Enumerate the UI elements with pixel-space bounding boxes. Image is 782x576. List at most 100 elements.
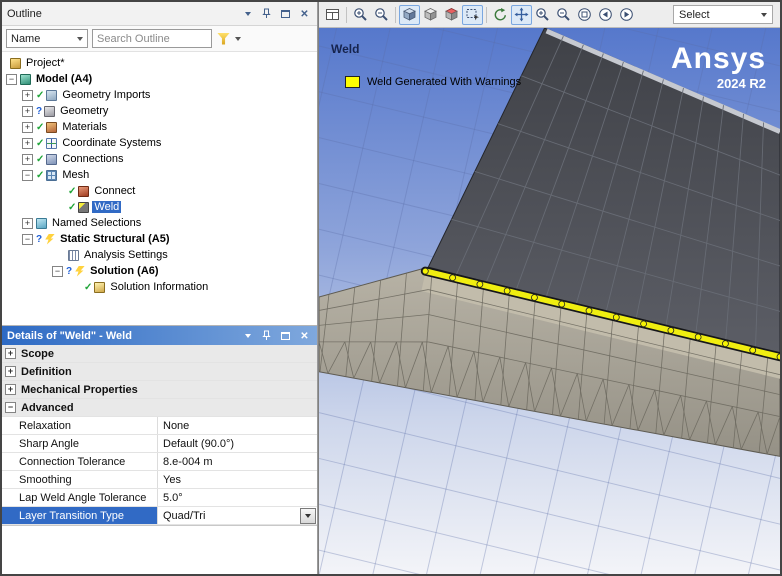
look-at-face-icon[interactable] <box>441 5 462 25</box>
details-row-sharp-angle[interactable]: Sharp Angle Default (90.0°) <box>2 435 317 453</box>
legend-label: Weld Generated With Warnings <box>367 76 521 88</box>
expand-icon[interactable] <box>22 106 33 117</box>
property-label: Connection Tolerance <box>2 453 158 470</box>
details-title: Details of "Weld" - Weld <box>7 330 240 342</box>
zoom-out-icon[interactable] <box>371 5 392 25</box>
category-label: Mechanical Properties <box>21 384 138 396</box>
details-row-lap-weld-angle-tolerance[interactable]: Lap Weld Angle Tolerance 5.0° <box>2 489 317 507</box>
details-panel-header: Details of "Weld" - Weld <box>2 326 317 345</box>
tree-item-solution-information[interactable]: Solution Information <box>2 279 317 295</box>
collapse-icon[interactable] <box>22 234 33 245</box>
close-icon[interactable] <box>297 7 312 21</box>
details-row-smoothing[interactable]: Smoothing Yes <box>2 471 317 489</box>
pan-icon[interactable] <box>511 5 532 25</box>
details-row-connection-tolerance[interactable]: Connection Tolerance 8.e-004 m <box>2 453 317 471</box>
tree-item-materials[interactable]: Materials <box>2 119 317 135</box>
check-icon <box>84 282 92 293</box>
property-value[interactable]: Quad/Tri <box>163 510 205 522</box>
pin-icon[interactable] <box>259 7 274 21</box>
close-icon[interactable] <box>297 329 312 343</box>
expand-icon[interactable] <box>5 366 16 377</box>
question-icon <box>66 266 72 277</box>
zoom-to-fit-icon[interactable] <box>574 5 595 25</box>
panes-icon[interactable] <box>322 5 343 25</box>
solution-icon <box>74 266 85 277</box>
tree-item-solution[interactable]: Solution (A6) <box>2 263 317 279</box>
connections-icon <box>46 154 57 165</box>
property-value[interactable]: Default (90.0°) <box>158 435 317 452</box>
pin-icon[interactable] <box>259 329 274 343</box>
collapse-icon[interactable] <box>52 266 63 277</box>
details-category-definition[interactable]: Definition <box>2 363 317 381</box>
zoom-in-tool-icon[interactable] <box>532 5 553 25</box>
tree-item-coordinate-systems[interactable]: Coordinate Systems <box>2 135 317 151</box>
property-value[interactable]: None <box>158 417 317 434</box>
property-label: Smoothing <box>2 471 158 488</box>
filter-funnel-icon[interactable] <box>216 32 231 46</box>
isometric-view-icon[interactable] <box>399 5 420 25</box>
tree-item-mesh[interactable]: Mesh <box>2 167 317 183</box>
expand-icon[interactable] <box>22 138 33 149</box>
maximize-icon[interactable] <box>278 329 293 343</box>
tree-item-named-selections[interactable]: Named Selections <box>2 215 317 231</box>
box-zoom-icon[interactable] <box>462 5 483 25</box>
rotate-icon[interactable] <box>490 5 511 25</box>
tree-item-analysis-settings[interactable]: Analysis Settings <box>2 247 317 263</box>
cube-view-icon[interactable] <box>420 5 441 25</box>
select-mode-dropdown[interactable]: Select <box>673 5 773 24</box>
expand-icon[interactable] <box>22 122 33 133</box>
maximize-icon[interactable] <box>278 7 293 21</box>
graphics-viewport: Select <box>318 2 780 574</box>
dropdown-button[interactable] <box>300 508 316 524</box>
mesh-icon <box>46 170 57 181</box>
tree-item-weld[interactable]: Weld <box>2 199 317 215</box>
property-value[interactable]: 8.e-004 m <box>158 453 317 470</box>
select-mode-label: Select <box>679 9 710 21</box>
expand-icon[interactable] <box>22 218 33 229</box>
property-label-selected: Layer Transition Type <box>2 507 158 524</box>
details-category-advanced[interactable]: Advanced <box>2 399 317 417</box>
details-category-mechanical-properties[interactable]: Mechanical Properties <box>2 381 317 399</box>
geometry-imports-icon <box>46 90 57 101</box>
category-label: Scope <box>21 348 54 360</box>
next-view-icon[interactable] <box>616 5 637 25</box>
question-icon <box>36 106 42 117</box>
previous-view-icon[interactable] <box>595 5 616 25</box>
expand-icon[interactable] <box>22 90 33 101</box>
tree-item-geometry-imports[interactable]: Geometry Imports <box>2 87 317 103</box>
collapse-icon[interactable] <box>5 402 16 413</box>
named-selections-icon <box>36 218 47 229</box>
details-row-relaxation[interactable]: Relaxation None <box>2 417 317 435</box>
tree-item-connections[interactable]: Connections <box>2 151 317 167</box>
materials-icon <box>46 122 57 133</box>
viewport-3d-canvas[interactable]: Weld Weld Generated With Warnings Ansys … <box>319 28 780 574</box>
property-value[interactable]: Yes <box>158 471 317 488</box>
tree-item-project[interactable]: Project* <box>2 55 317 71</box>
search-outline-input[interactable] <box>92 29 212 48</box>
zoom-out-tool-icon[interactable] <box>553 5 574 25</box>
property-label: Sharp Angle <box>2 435 158 452</box>
collapse-icon[interactable] <box>6 74 17 85</box>
tree-item-model[interactable]: Model (A4) <box>2 71 317 87</box>
panel-menu-chevron-icon[interactable] <box>240 329 255 343</box>
expand-icon[interactable] <box>5 348 16 359</box>
ansys-logo-text: Ansys <box>671 44 766 74</box>
outline-title: Outline <box>7 8 240 20</box>
panel-menu-chevron-icon[interactable] <box>240 7 255 21</box>
weld-warning-legend: Weld Generated With Warnings <box>345 76 521 88</box>
property-value[interactable]: 5.0° <box>158 489 317 506</box>
name-filter-dropdown[interactable]: Name <box>6 29 88 48</box>
static-structural-icon <box>44 234 55 245</box>
tree-item-connect[interactable]: Connect <box>2 183 317 199</box>
expand-icon[interactable] <box>5 384 16 395</box>
tree-item-geometry[interactable]: Geometry <box>2 103 317 119</box>
filter-options-chevron-icon[interactable] <box>235 37 241 41</box>
expand-icon[interactable] <box>22 154 33 165</box>
tree-item-static-structural[interactable]: Static Structural (A5) <box>2 231 317 247</box>
zoom-in-icon[interactable] <box>350 5 371 25</box>
details-category-scope[interactable]: Scope <box>2 345 317 363</box>
outline-panel-header: Outline <box>2 2 317 26</box>
details-row-layer-transition-type[interactable]: Layer Transition Type Quad/Tri <box>2 507 317 525</box>
model-icon <box>20 74 31 85</box>
collapse-icon[interactable] <box>22 170 33 181</box>
